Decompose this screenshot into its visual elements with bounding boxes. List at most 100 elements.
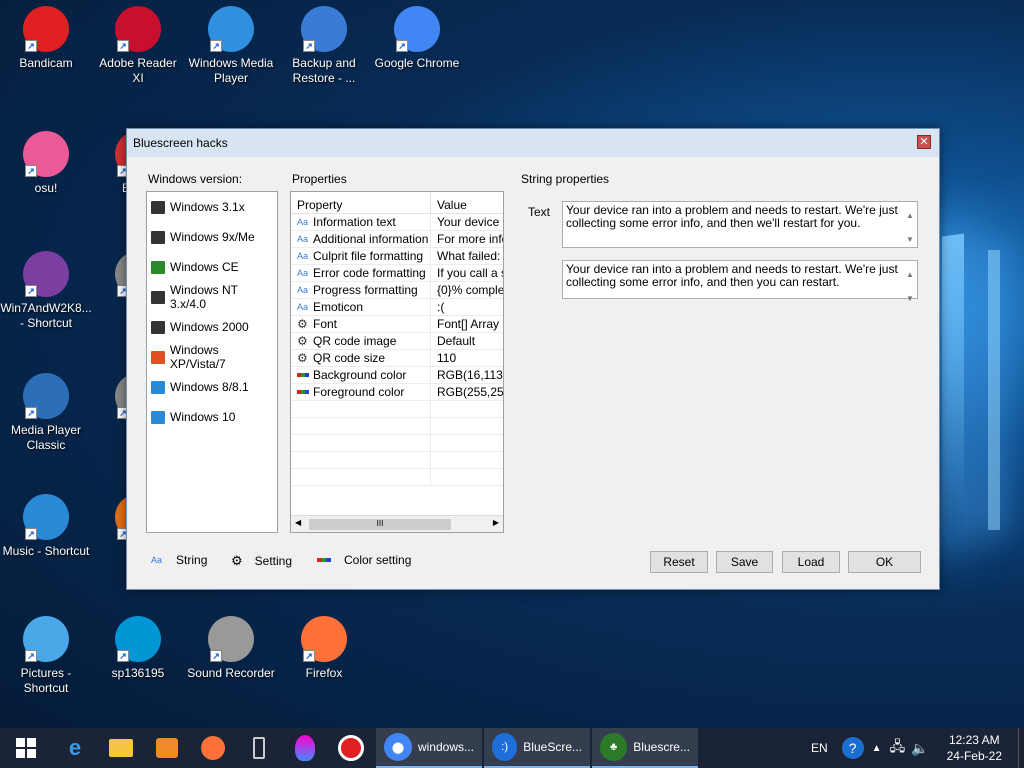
load-button[interactable]: Load — [782, 551, 840, 573]
start-button[interactable] — [0, 728, 52, 768]
property-column-header[interactable]: Property — [291, 192, 431, 213]
property-row[interactable]: Aa Additional informationFor more infor — [291, 231, 503, 248]
property-value[interactable]: 110 — [431, 350, 503, 366]
property-row[interactable]: Aa Culprit file formatting What failed: { — [291, 248, 503, 265]
property-name: Progress formatting — [313, 283, 418, 297]
desktop-icon-label: osu! — [34, 181, 58, 195]
taskbar-app[interactable]: ⬤ windows... — [376, 728, 482, 768]
properties-grid[interactable]: Property Value Aa Information text Your de… — [290, 191, 504, 533]
window-title: Bluescreen hacks — [133, 136, 228, 150]
property-row[interactable]: ⚙ QR code size 110 — [291, 350, 503, 367]
property-row[interactable]: Aa Information text Your device ra — [291, 214, 503, 231]
bluescreen-icon: :) — [492, 733, 518, 761]
record-icon[interactable] — [328, 728, 374, 768]
property-value[interactable]: What failed: { — [431, 248, 503, 264]
string-properties-label: String properties — [521, 172, 610, 186]
ok-button[interactable]: OK — [848, 551, 921, 573]
taskbar-app[interactable]: ♣ Bluescre... — [592, 728, 698, 768]
file-explorer-icon[interactable] — [98, 728, 144, 768]
desktop-icon-7[interactable]: ↗ Win7AndW2K8... - Shortcut — [0, 245, 92, 331]
wallpaper-light-beam-2 — [988, 250, 1000, 530]
property-value[interactable]: RGB(16,113,1 — [431, 367, 503, 383]
property-row[interactable]: ⚙ Font Font[] Array — [291, 316, 503, 333]
text-preview-scroll-icon[interactable]: ▲ ▼ — [905, 263, 915, 311]
property-name: Background color — [313, 368, 407, 382]
property-value[interactable]: If you call a su — [431, 265, 503, 281]
properties-header: Property Value — [291, 192, 503, 214]
horizontal-scrollbar[interactable]: ◀ III ▶ — [291, 515, 503, 532]
scroll-right-icon[interactable]: ▶ — [493, 518, 499, 527]
clock[interactable]: 12:23 AM 24-Feb-22 — [947, 732, 1002, 764]
firefox-taskbar-icon[interactable] — [190, 728, 236, 768]
version-item[interactable]: Windows 10 — [147, 402, 277, 432]
network-icon[interactable]: 🖧 — [890, 736, 906, 760]
desktop-icon-11[interactable]: ↗ Music - Shortcut — [0, 488, 92, 559]
volume-icon[interactable]: 🔈 — [911, 740, 928, 757]
desktop-icon-3[interactable]: ↗ Backup and Restore - ... — [278, 0, 370, 86]
empty-row — [291, 435, 503, 452]
scroll-thumb[interactable]: III — [309, 519, 451, 530]
desktop-icon-13[interactable]: ↗ Pictures - Shortcut — [0, 610, 92, 696]
version-label: Windows XP/Vista/7 — [169, 343, 226, 371]
empty-row — [291, 452, 503, 469]
show-desktop-button[interactable] — [1018, 728, 1024, 768]
desktop-icon-9[interactable]: ↗ Media Player Classic — [0, 367, 92, 453]
property-row[interactable]: Background color RGB(16,113,1 — [291, 367, 503, 384]
shortcut-arrow-icon: ↗ — [25, 407, 37, 419]
help-icon[interactable]: ? — [841, 737, 864, 759]
language-indicator[interactable]: EN — [811, 741, 828, 755]
desktop-icon-5[interactable]: ↗ osu! — [0, 125, 92, 196]
desktop-icon-2[interactable]: ↗ Windows Media Player — [185, 0, 277, 86]
property-row[interactable]: ⚙ QR code image Default — [291, 333, 503, 350]
desktop-icon-15[interactable]: ↗ Sound Recorder — [185, 610, 277, 681]
text-preview[interactable]: Your device ran into a problem and needs… — [562, 260, 918, 303]
property-row[interactable]: Aa Emoticon:( — [291, 299, 503, 316]
version-item[interactable]: Windows 8/8.1 — [147, 372, 277, 402]
scroll-left-icon[interactable]: ◀ — [295, 518, 301, 527]
property-value[interactable]: Your device ra — [431, 214, 503, 230]
property-name-cell: ⚙ QR code size — [291, 350, 431, 366]
desktop-icon-0[interactable]: ↗ Bandicam — [0, 0, 92, 71]
desktop-icon-label: Sound Recorder — [187, 666, 275, 680]
string-icon: Aa — [297, 251, 309, 261]
property-value[interactable]: {0}% complete — [431, 282, 503, 298]
edge-icon[interactable]: e — [52, 728, 98, 768]
paint-icon[interactable] — [282, 728, 328, 768]
property-row[interactable]: Foreground color RGB(255,255,2 — [291, 384, 503, 401]
property-value[interactable]: Default — [431, 333, 503, 349]
version-item[interactable]: Windows 2000 — [147, 312, 277, 342]
windows-version-list[interactable]: Windows 3.1x Windows 9x/Me Windows CE Windo… — [146, 191, 278, 533]
property-value[interactable]: :( — [431, 299, 503, 315]
taskbar-app[interactable]: :) BlueScre... — [484, 728, 590, 768]
desktop-icon-1[interactable]: ↗ Adobe Reader XI — [92, 0, 184, 86]
desktop-icon-14[interactable]: ↗ sp136195 — [92, 610, 184, 681]
winxp-icon — [151, 350, 165, 364]
close-button[interactable]: ✕ — [917, 135, 931, 149]
value-column-header[interactable]: Value — [431, 192, 467, 213]
reset-button[interactable]: Reset — [650, 551, 708, 573]
empty-row — [291, 401, 503, 418]
version-item[interactable]: Windows CE — [147, 252, 277, 282]
property-row[interactable]: Aa Error code formatting If you call a su — [291, 265, 503, 282]
desktop-icon-4[interactable]: ↗ Google Chrome — [371, 0, 463, 71]
version-item[interactable]: Windows NT 3.x/4.0 — [147, 282, 277, 312]
text-input-scroll-icon[interactable]: ▲ ▼ — [905, 204, 915, 252]
version-item[interactable]: Windows XP/Vista/7 — [147, 342, 277, 372]
empty-cell — [431, 401, 503, 417]
media-player-taskbar-icon[interactable] — [144, 728, 190, 768]
string-icon: Aa — [151, 555, 163, 565]
version-item[interactable]: Windows 3.1x — [147, 192, 277, 222]
media-player-classic-icon: ↗ — [23, 373, 69, 419]
property-value[interactable]: For more infor — [431, 231, 503, 247]
property-value[interactable]: Font[] Array — [431, 316, 503, 332]
version-item[interactable]: Windows 9x/Me — [147, 222, 277, 252]
text-input[interactable]: Your device ran into a problem and needs… — [562, 201, 918, 248]
property-value[interactable]: RGB(255,255,2 — [431, 384, 503, 400]
property-name: QR code image — [313, 334, 397, 348]
desktop-icon-16[interactable]: ↗ Firefox — [278, 610, 370, 681]
property-row[interactable]: Aa Progress formatting {0}% complete — [291, 282, 503, 299]
desktop-icon-label: Adobe Reader XI — [99, 56, 177, 85]
save-button[interactable]: Save — [716, 551, 773, 573]
show-hidden-icons-icon[interactable]: ▲ — [872, 743, 882, 754]
phone-icon[interactable] — [236, 728, 282, 768]
